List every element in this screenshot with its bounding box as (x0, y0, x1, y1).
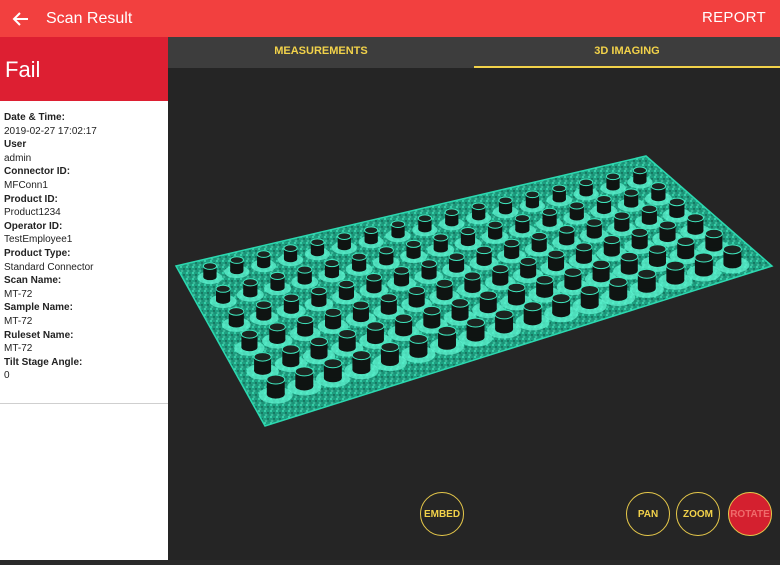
pan-button[interactable]: PAN (626, 492, 670, 536)
tab-bar: MEASUREMENTS 3D IMAGING (168, 37, 780, 68)
detail-label: Date & Time: (4, 112, 65, 123)
zoom-button[interactable]: ZOOM (676, 492, 720, 536)
page-title: Scan Result (46, 9, 133, 27)
back-button[interactable] (10, 8, 32, 30)
detail-value: MT-72 (4, 288, 33, 300)
main-content: MEASUREMENTS 3D IMAGING EMBED PAN ZOOM R… (168, 37, 780, 560)
detail-value: admin (4, 152, 32, 164)
tab-3d-imaging[interactable]: 3D IMAGING (474, 37, 780, 68)
detail-label: User (4, 139, 27, 151)
detail-label: Product Type: (4, 247, 71, 259)
detail-label: Operator ID: (4, 220, 63, 232)
rotate-button[interactable]: ROTATE (728, 492, 772, 536)
detail-label: Product ID: (4, 193, 58, 205)
details-list: Date & Time: 2019-02-27 17:02:17 User ad… (0, 101, 168, 383)
status-banner: Fail (0, 37, 168, 101)
embed-button[interactable]: EMBED (420, 492, 464, 536)
detail-label: Scan Name: (4, 275, 62, 287)
detail-value: Product1234 (4, 207, 61, 219)
detail-label: Ruleset Name: (4, 329, 74, 341)
3d-viewer[interactable] (168, 68, 780, 560)
detail-value: TestEmployee1 (4, 234, 73, 246)
report-button[interactable]: REPORT (702, 9, 766, 26)
divider (0, 403, 168, 404)
scan-info-panel: Fail Date & Time: 2019-02-27 17:02:17 Us… (0, 37, 168, 560)
detail-label: Connector ID: (4, 166, 71, 178)
detail-value: 2019-02-27 17:02:17 (4, 125, 97, 137)
arrow-left-icon (12, 11, 28, 26)
tab-measurements[interactable]: MEASUREMENTS (168, 37, 474, 68)
detail-value: MFConn1 (4, 179, 48, 191)
detail-value: Standard Connector (4, 261, 94, 273)
detail-label: Sample Name: (4, 302, 73, 314)
detail-value: 0 (4, 370, 10, 382)
detail-value: MT-72 (4, 315, 33, 327)
detail-label: Tilt Stage Angle: (4, 356, 83, 368)
detail-value: MT-72 (4, 343, 33, 355)
app-bar: Scan Result REPORT (0, 0, 780, 37)
3d-scan-render[interactable] (168, 68, 780, 560)
